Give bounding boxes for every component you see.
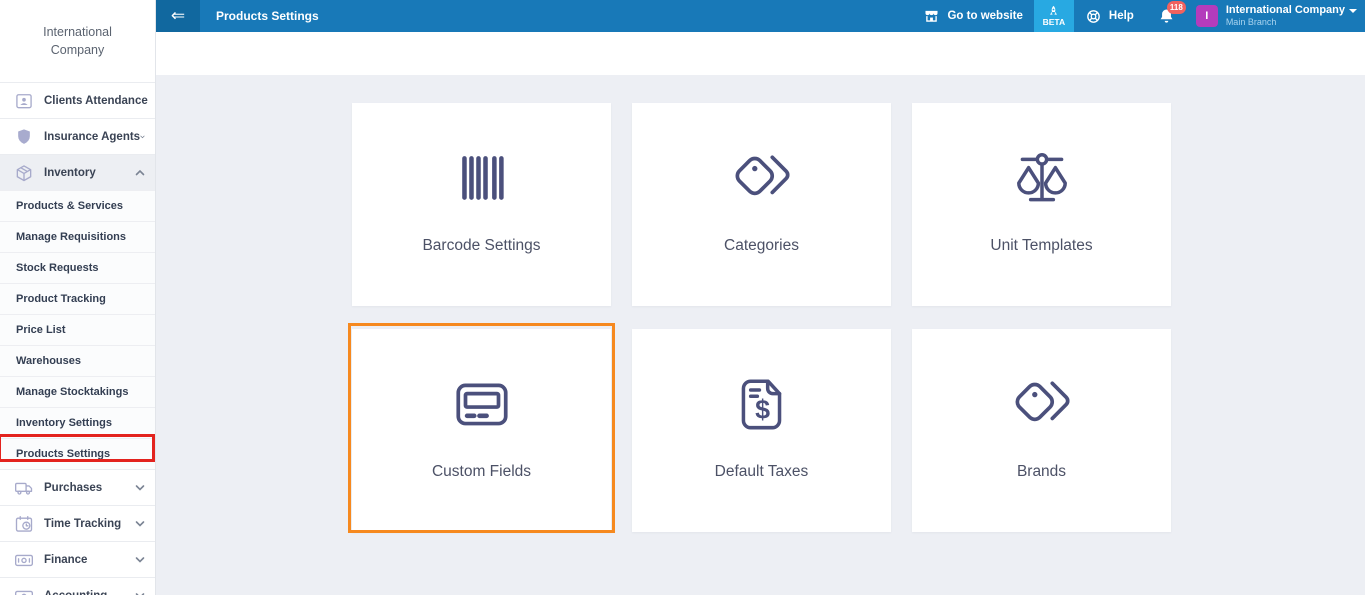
go-to-website-button[interactable]: Go to website — [912, 0, 1033, 32]
subitem-label: Stock Requests — [16, 262, 99, 274]
notification-count-badge: 118 — [1167, 1, 1186, 14]
card-brands[interactable]: Brands — [912, 329, 1171, 532]
sidebar: International Company Clients Attendance… — [0, 0, 156, 595]
subitem-label: Products Settings — [16, 448, 110, 460]
card-label: Brands — [1017, 463, 1066, 481]
sidebar-item-purchases[interactable]: Purchases — [0, 469, 155, 505]
time-tracking-icon — [13, 513, 35, 535]
sidebar-item-clients-attendance[interactable]: Clients Attendance — [0, 82, 155, 118]
card-custom-fields[interactable]: Custom Fields — [352, 329, 611, 532]
purchases-icon — [13, 477, 35, 499]
logo-line1: International — [43, 25, 112, 39]
account-menu[interactable]: I International Company Main Branch — [1188, 0, 1365, 32]
subitem-label: Price List — [16, 324, 66, 336]
tags-icon — [729, 145, 795, 213]
caret-down-icon — [1349, 9, 1357, 13]
help-label: Help — [1109, 10, 1134, 22]
card-label: Barcode Settings — [422, 237, 540, 255]
sidebar-item-label: Clients Attendance — [44, 95, 148, 107]
card-unit-templates[interactable]: Unit Templates — [912, 103, 1171, 306]
top-bar-right: Go to website BETA Help — [912, 0, 1365, 32]
chevron-down-icon — [135, 520, 145, 528]
account-name: International Company — [1226, 4, 1345, 17]
account-branch: Main Branch — [1226, 17, 1357, 28]
tax-document-icon: $ — [729, 371, 795, 439]
sidebar-item-time-tracking[interactable]: Time Tracking — [0, 505, 155, 541]
sidebar-item-label: Inventory — [44, 167, 135, 179]
sidebar-item-label: Finance — [44, 554, 135, 566]
card-label: Custom Fields — [432, 463, 531, 481]
chevron-up-icon — [135, 169, 145, 177]
sidebar-item-finance[interactable]: Finance — [0, 541, 155, 577]
help-lifebuoy-icon — [1085, 8, 1102, 25]
rocket-icon — [1047, 5, 1060, 18]
help-button[interactable]: Help — [1074, 0, 1145, 32]
sidebar-subitem-products-settings[interactable]: Products Settings — [0, 438, 155, 469]
sidebar-subitem-manage-requisitions[interactable]: Manage Requisitions — [0, 221, 155, 252]
sidebar-item-inventory[interactable]: Inventory — [0, 154, 155, 190]
avatar: I — [1196, 5, 1218, 27]
chevron-down-icon — [140, 133, 145, 141]
card-barcode-settings[interactable]: Barcode Settings — [352, 103, 611, 306]
sidebar-subitem-stock-requests[interactable]: Stock Requests — [0, 252, 155, 283]
card-label: Unit Templates — [990, 237, 1092, 255]
sidebar-item-label: Purchases — [44, 482, 135, 494]
subitem-label: Products & Services — [16, 200, 123, 212]
inventory-icon — [13, 162, 35, 184]
tags-icon — [1009, 371, 1075, 439]
sidebar-item-insurance-agents[interactable]: Insurance Agents — [0, 118, 155, 154]
sidebar-item-label: Time Tracking — [44, 518, 135, 530]
finance-icon — [13, 549, 35, 571]
insurance-agents-icon — [13, 126, 35, 148]
sidebar-item-accounting[interactable]: Accounting — [0, 577, 155, 595]
card-default-taxes[interactable]: $ Default Taxes — [632, 329, 891, 532]
balance-scale-icon — [1009, 145, 1075, 213]
card-label: Default Taxes — [715, 463, 809, 481]
sidebar-item-label: Accounting — [44, 590, 135, 595]
sidebar-item-label: Insurance Agents — [44, 131, 140, 143]
beta-label: BETA — [1043, 18, 1066, 27]
top-bar: ⇐ Products Settings Go to website BETA — [156, 0, 1365, 32]
sidebar-subitem-warehouses[interactable]: Warehouses — [0, 345, 155, 376]
page-title: Products Settings — [216, 9, 319, 23]
app-window: International Company Clients Attendance… — [0, 0, 1365, 595]
accounting-icon — [13, 585, 35, 595]
go-to-website-label: Go to website — [947, 10, 1022, 22]
notifications-button[interactable]: 118 — [1145, 0, 1188, 32]
clients-attendance-icon — [13, 90, 35, 112]
form-fields-icon — [449, 371, 515, 439]
toolbar-strip — [156, 32, 1365, 75]
sidebar-subitem-product-tracking[interactable]: Product Tracking — [0, 283, 155, 314]
storefront-icon — [923, 8, 940, 25]
card-categories[interactable]: Categories — [632, 103, 891, 306]
logo-line2: Company — [51, 43, 105, 57]
company-logo[interactable]: International Company — [0, 0, 155, 82]
collapse-arrow-icon: ⇐ — [171, 6, 185, 26]
card-label: Categories — [724, 237, 799, 255]
subitem-label: Product Tracking — [16, 293, 106, 305]
sidebar-subitem-manage-stocktakings[interactable]: Manage Stocktakings — [0, 376, 155, 407]
svg-text:$: $ — [755, 394, 770, 424]
subitem-label: Manage Stocktakings — [16, 386, 128, 398]
sidebar-subitem-products-services[interactable]: Products & Services — [0, 190, 155, 221]
chevron-down-icon — [135, 592, 145, 595]
chevron-down-icon — [135, 556, 145, 564]
sidebar-subitem-inventory-settings[interactable]: Inventory Settings — [0, 407, 155, 438]
subitem-label: Manage Requisitions — [16, 231, 126, 243]
subitem-label: Warehouses — [16, 355, 81, 367]
beta-button[interactable]: BETA — [1034, 0, 1074, 32]
sidebar-collapse-button[interactable]: ⇐ — [156, 0, 200, 32]
chevron-down-icon — [135, 484, 145, 492]
barcode-icon — [449, 145, 515, 213]
subitem-label: Inventory Settings — [16, 417, 112, 429]
sidebar-subitem-price-list[interactable]: Price List — [0, 314, 155, 345]
